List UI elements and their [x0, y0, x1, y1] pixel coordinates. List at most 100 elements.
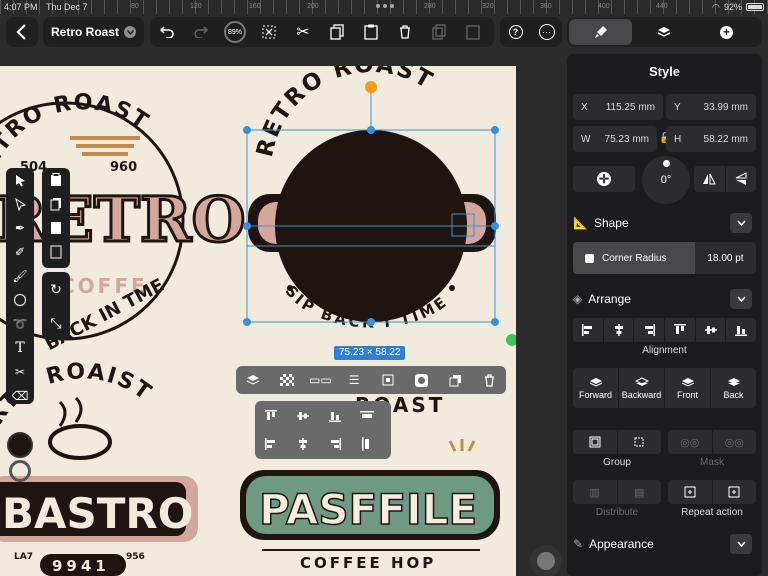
clipboard-tool[interactable]	[42, 168, 70, 192]
align-middle-icon[interactable]	[293, 407, 313, 425]
align-middle-button[interactable]	[696, 318, 727, 342]
ctx-fit-button[interactable]	[371, 374, 405, 386]
repeat-step-button[interactable]	[713, 480, 757, 504]
w-field[interactable]: W 75.23 mm	[573, 126, 657, 152]
rotate-tool[interactable]: ↻	[42, 272, 70, 306]
multitask-dots-icon[interactable]	[376, 4, 394, 8]
bring-forward-button[interactable]: Forward	[573, 368, 619, 408]
align-center-h-button[interactable]	[604, 318, 635, 342]
undo-button[interactable]	[150, 17, 184, 47]
duplicate-button[interactable]	[422, 17, 456, 47]
brush-tool[interactable]: 🖌	[6, 264, 34, 288]
send-backward-button[interactable]: Backward	[619, 368, 665, 408]
pencil-tool[interactable]: ✐	[6, 240, 34, 264]
position-button[interactable]: ✛	[573, 166, 635, 192]
x-field[interactable]: X 115.25 mm	[573, 94, 663, 120]
stroke-color-swatch[interactable]	[9, 460, 31, 482]
y-field[interactable]: Y 33.99 mm	[666, 94, 756, 120]
eraser-tool[interactable]: ⌫	[6, 384, 34, 408]
back-button[interactable]	[6, 17, 38, 47]
align-right-icon[interactable]	[325, 435, 345, 453]
distribute-h-icon[interactable]	[357, 407, 377, 425]
layers-tab[interactable]	[632, 19, 695, 45]
distribute-horizontal-button[interactable]: ▥	[573, 480, 618, 504]
shape-section-header[interactable]: 📐 Shape	[573, 211, 756, 235]
ctx-transparency-button[interactable]	[270, 374, 304, 386]
duplicate-tool[interactable]	[42, 240, 70, 264]
canvas[interactable]: RETRO ROAST 504 960 RETRO COFFE BACK IN …	[0, 66, 516, 576]
bring-to-front-button[interactable]: Front	[665, 368, 711, 408]
flip-vertical-button[interactable]	[726, 166, 757, 192]
group-button[interactable]	[573, 430, 618, 454]
zoom-button[interactable]: 89%	[218, 17, 252, 47]
chevron-down-icon[interactable]	[730, 289, 752, 309]
align-top-button[interactable]	[665, 318, 696, 342]
chevron-down-icon[interactable]	[730, 213, 752, 233]
scissors-tool[interactable]: ✂	[6, 360, 34, 384]
appearance-section-header[interactable]: ✎ Appearance	[573, 532, 756, 556]
lasso-icon: ➰	[12, 317, 28, 331]
style-tab[interactable]	[569, 19, 632, 45]
arrange-section-header[interactable]: ◈ Arrange	[573, 287, 756, 311]
green-handle[interactable]	[506, 334, 516, 346]
align-left-icon[interactable]	[261, 435, 281, 453]
ctx-arrange-button[interactable]: ▭▭	[304, 373, 338, 387]
paste-button[interactable]	[354, 17, 388, 47]
document-menu[interactable]: Retro Roast	[43, 17, 144, 47]
scale-tool[interactable]: ⤡	[42, 306, 70, 340]
chevron-down-icon[interactable]	[730, 534, 752, 554]
ungroup-button[interactable]	[618, 430, 662, 454]
scissors-icon: ✂	[14, 365, 26, 379]
ctx-delete-button[interactable]	[472, 373, 506, 387]
align-left-button[interactable]	[573, 318, 604, 342]
cut-button[interactable]: ✂	[286, 17, 320, 47]
shape-tool[interactable]	[6, 288, 34, 312]
alignment-label: Alignment	[642, 345, 687, 356]
rotation-knob[interactable]	[662, 160, 670, 167]
add-tab[interactable]: +	[695, 19, 758, 45]
mask-button[interactable]: ◎◎	[668, 430, 713, 454]
lasso-tool[interactable]: ➰	[6, 312, 34, 336]
h-field[interactable]: H 58.22 mm	[666, 126, 756, 152]
deselect-button[interactable]	[252, 17, 286, 47]
corner-radius-slider[interactable]: Corner Radius	[573, 242, 695, 274]
align-right-button[interactable]	[634, 318, 666, 342]
send-to-back-button[interactable]: Back	[711, 368, 756, 408]
align-top-icon[interactable]	[261, 407, 281, 425]
repeat-button[interactable]	[668, 480, 713, 504]
clipboard-button[interactable]	[456, 17, 490, 47]
ctx-layers-button[interactable]	[236, 374, 270, 386]
align-bottom-button[interactable]	[726, 318, 756, 342]
help-button[interactable]: ?	[500, 17, 531, 47]
copy-tool[interactable]	[42, 192, 70, 216]
front-label: Front	[676, 389, 698, 400]
artwork[interactable]: RETRO ROAST 504 960 RETRO COFFE BACK IN …	[0, 66, 516, 576]
select-tool[interactable]	[6, 168, 34, 192]
distribute-vertical-button[interactable]: ▤	[618, 480, 662, 504]
rotation-dial[interactable]: 0°	[642, 156, 690, 204]
flip-horizontal-button[interactable]	[694, 166, 726, 192]
align-center-icon[interactable]	[293, 435, 313, 453]
pen-tool[interactable]: ✒	[6, 216, 34, 240]
text-tool[interactable]: T	[6, 336, 34, 360]
ruler-tick: 320	[482, 3, 494, 10]
ctx-duplicate-button[interactable]	[439, 374, 473, 387]
align-popover-row-2	[261, 435, 377, 453]
fill-color-swatch[interactable]	[7, 432, 33, 458]
paste-tool[interactable]	[42, 216, 70, 240]
assistive-touch-button[interactable]	[530, 545, 562, 576]
node-tool[interactable]	[6, 192, 34, 216]
rotation-handle[interactable]	[365, 81, 377, 93]
distribute-v-icon[interactable]	[357, 435, 377, 453]
copy-button[interactable]	[320, 17, 354, 47]
more-button[interactable]: ···	[531, 17, 562, 47]
status-time: 4:07 PM	[4, 2, 38, 12]
ctx-mask-button[interactable]	[405, 373, 439, 387]
corner-radius-control[interactable]: Corner Radius 18.00 pt	[573, 242, 756, 274]
ctx-align-button[interactable]: ☰	[337, 373, 371, 387]
unmask-button[interactable]: ◎◎	[713, 430, 757, 454]
ruler-tick: 200	[307, 3, 319, 10]
delete-button[interactable]	[388, 17, 422, 47]
redo-button[interactable]	[184, 17, 218, 47]
align-bottom-icon[interactable]	[325, 407, 345, 425]
